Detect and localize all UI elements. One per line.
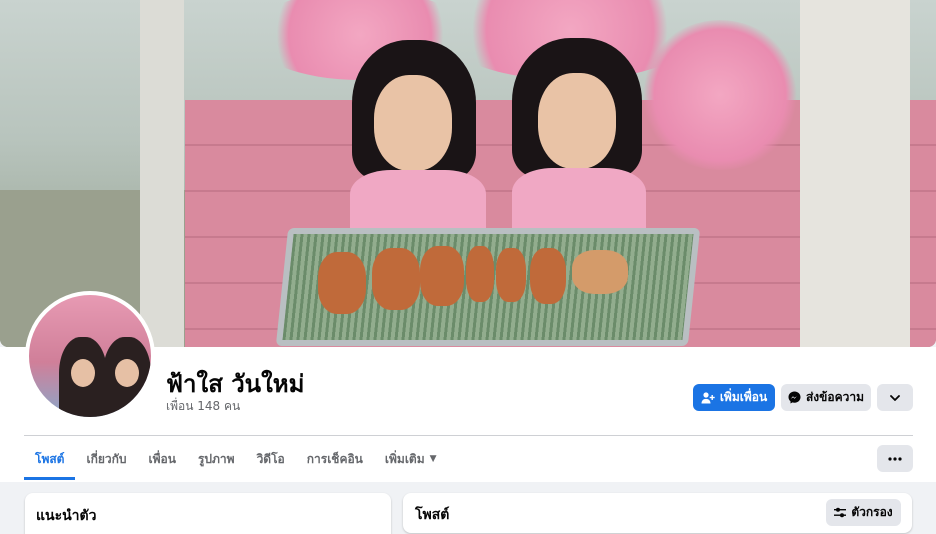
- messenger-icon: [788, 391, 801, 404]
- message-label: ส่งข้อความ: [805, 390, 864, 404]
- friends-count[interactable]: เพื่อน 148 คน: [166, 397, 240, 416]
- tab-videos[interactable]: วิดีโอ: [246, 442, 296, 476]
- profile-tabs: โพสต์ เกี่ยวกับ เพื่อน รูปภาพ วิดีโอ การ…: [24, 442, 448, 480]
- intro-title: แนะนำตัว: [36, 508, 97, 524]
- tab-posts[interactable]: โพสต์: [24, 442, 76, 480]
- posts-title: โพสต์: [415, 507, 450, 523]
- message-button[interactable]: ส่งข้อความ: [781, 384, 871, 411]
- tab-photos[interactable]: รูปภาพ: [187, 442, 246, 476]
- add-friend-button[interactable]: เพิ่มเพื่อน: [693, 384, 775, 411]
- tab-about[interactable]: เกี่ยวกับ: [75, 442, 137, 476]
- filter-label: ตัวกรอง: [851, 505, 893, 519]
- chevron-down-icon: [890, 394, 900, 401]
- intro-card: แนะนำตัว: [25, 493, 391, 534]
- caret-down-icon: ▼: [429, 454, 437, 464]
- filter-sliders-icon: [834, 507, 847, 518]
- person-plus-icon: [701, 391, 715, 404]
- tab-checkins[interactable]: การเช็คอิน: [296, 442, 374, 476]
- tab-friends[interactable]: เพื่อน: [138, 442, 187, 476]
- filter-button[interactable]: ตัวกรอง: [826, 499, 901, 526]
- add-friend-label: เพิ่มเพื่อน: [719, 390, 768, 404]
- tab-options-button[interactable]: [877, 445, 913, 472]
- posts-card: โพสต์ ตัวกรอง: [403, 493, 912, 533]
- header-divider: [24, 435, 913, 436]
- more-actions-button[interactable]: [877, 384, 913, 411]
- tab-more[interactable]: เพิ่มเติม ▼: [374, 442, 448, 476]
- more-dots-icon: [888, 456, 902, 461]
- cover-photo[interactable]: [0, 0, 936, 347]
- profile-picture[interactable]: [25, 291, 155, 421]
